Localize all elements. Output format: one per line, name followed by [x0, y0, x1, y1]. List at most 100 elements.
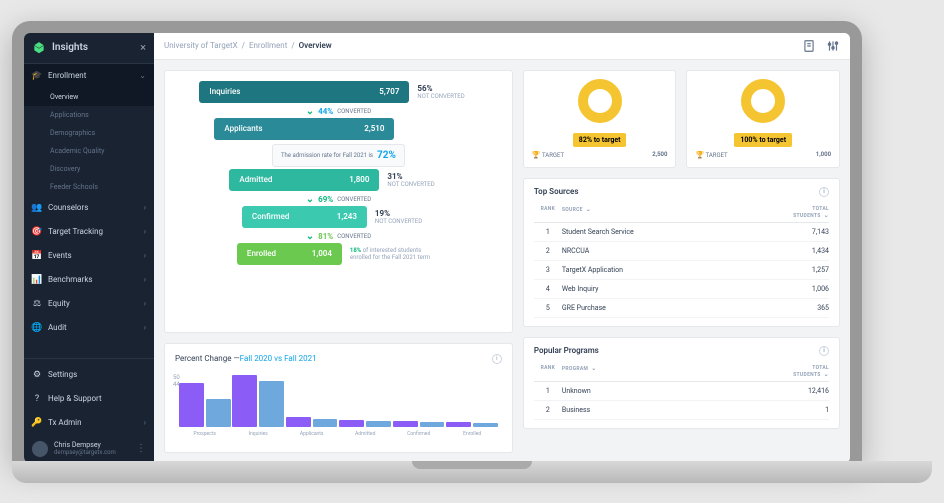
popular-programs-card: Popular Programs i RANK PROGRAM⌄ TOTAL S…	[523, 337, 840, 429]
chevron-right-icon: ›	[144, 323, 146, 332]
sidebar: Insights × 🎓 Enrollment ⌄ Overview Appli…	[24, 33, 154, 463]
sidebar-sub-applications[interactable]: Applications	[24, 106, 154, 124]
stage-side-note: 31%NOT CONVERTED	[387, 172, 447, 188]
table-row[interactable]: 5GRE Purchase365	[534, 299, 829, 318]
stage-value: 1,004	[312, 249, 332, 258]
sidebar-item-admin[interactable]: 🔑 Tx Admin ›	[24, 411, 154, 435]
bar-group	[446, 372, 497, 427]
x-axis-labels: ProspectsInquiriesApplicantsAdmittedConf…	[175, 427, 502, 437]
key-icon: 🔑	[32, 418, 42, 428]
target-card: 82% to target 🏆 TARGET 2,500	[523, 70, 677, 168]
funnel-stage-enrolled: Enrolled 1,004 18% of interested student…	[175, 243, 502, 265]
sidebar-item-label: Target Tracking	[48, 227, 138, 236]
trophy-icon: 🏆	[695, 151, 704, 159]
chart-title: Percent Change — Fall 2020 vs Fall 2021 …	[175, 354, 502, 364]
info-icon[interactable]: i	[492, 354, 502, 364]
info-icon[interactable]: i	[819, 346, 829, 356]
chart-period-link[interactable]: Fall 2020 vs Fall 2021	[240, 354, 317, 363]
sidebar-item-counselors[interactable]: 👥 Counselors ›	[24, 196, 154, 220]
sort-icon[interactable]: ⌄	[824, 371, 829, 378]
bar	[393, 421, 418, 427]
calendar-icon: 📅	[32, 251, 42, 261]
sidebar-item-benchmarks[interactable]: 📊 Benchmarks ›	[24, 268, 154, 292]
chevron-right-icon: ›	[144, 275, 146, 284]
enroll-note: 18% of interested students enrolled for …	[350, 247, 440, 261]
chevron-right-icon: ›	[144, 251, 146, 260]
sidebar-item-target-tracking[interactable]: 🎯 Target Tracking ›	[24, 220, 154, 244]
chevron-right-icon: ›	[144, 299, 146, 308]
table-title: Popular Programs	[534, 346, 599, 355]
sidebar-item-label: Tx Admin	[48, 418, 138, 427]
scale-icon: ⚖	[32, 299, 42, 309]
user-name: Chris Dempsey	[54, 441, 130, 449]
table-title: Top Sources	[534, 187, 579, 196]
close-icon[interactable]: ×	[140, 41, 146, 54]
table-row[interactable]: 2NRCCUA1,434	[534, 242, 829, 261]
table-row[interactable]: 1Student Search Service7,143	[534, 223, 829, 242]
table-header: RANK SOURCE⌄ TOTAL STUDENTS⌄	[534, 203, 829, 223]
sidebar-sub-feeder-schools[interactable]: Feeder Schools	[24, 178, 154, 196]
sidebar-item-label: Enrollment	[48, 71, 133, 80]
y-tick: 44	[173, 381, 180, 388]
trophy-icon: 🏆	[532, 151, 541, 159]
sidebar-item-help[interactable]: ? Help & Support	[24, 387, 154, 411]
sidebar-item-label: Counselors	[48, 203, 138, 212]
targets-row: 82% to target 🏆 TARGET 2,500 100% to tar…	[523, 70, 840, 168]
bar	[366, 421, 391, 427]
breadcrumb-section[interactable]: Enrollment	[249, 41, 287, 50]
bar-group	[179, 372, 230, 427]
sidebar-item-events[interactable]: 📅 Events ›	[24, 244, 154, 268]
sidebar-item-equity[interactable]: ⚖ Equity ›	[24, 292, 154, 316]
conversion-arrow: ⌄44%CONVERTED	[306, 106, 371, 117]
bar-group	[393, 372, 444, 427]
chevron-right-icon: ›	[144, 418, 146, 427]
x-label: Confirmed	[393, 431, 444, 437]
sidebar-item-settings[interactable]: ⚙ Settings	[24, 363, 154, 387]
bar	[179, 383, 204, 427]
donut-chart	[741, 79, 785, 123]
funnel-stage-confirmed: Confirmed 1,243 19%NOT CONVERTED	[175, 206, 502, 228]
info-icon[interactable]: i	[819, 187, 829, 197]
bar	[259, 381, 284, 427]
sidebar-sub-overview[interactable]: Overview	[24, 88, 154, 106]
sidebar-item-label: Help & Support	[48, 394, 146, 403]
sidebar-sub-demographics[interactable]: Demographics	[24, 124, 154, 142]
more-icon[interactable]: ⋮	[136, 443, 146, 454]
table-row[interactable]: 4Web Inquiry1,006	[534, 280, 829, 299]
table-row[interactable]: 3TargetX Application1,257	[534, 261, 829, 280]
app-title: Insights	[52, 42, 134, 53]
bar-group	[339, 372, 390, 427]
stage-side-note: 19%NOT CONVERTED	[375, 209, 435, 225]
target-icon: 🎯	[32, 227, 42, 237]
stage-side-note: 56%NOT CONVERTED	[417, 84, 477, 100]
main-content: University of TargetX / Enrollment / Ove…	[154, 33, 850, 463]
sidebar-sub-discovery[interactable]: Discovery	[24, 160, 154, 178]
sidebar-sub-academic-quality[interactable]: Academic Quality	[24, 142, 154, 160]
sidebar-item-enrollment[interactable]: 🎓 Enrollment ⌄	[24, 64, 154, 88]
sidebar-header: Insights ×	[24, 33, 154, 64]
x-label: Applicants	[286, 431, 337, 437]
sort-icon[interactable]: ⌄	[591, 365, 596, 372]
sidebar-item-label: Equity	[48, 299, 138, 308]
table-row[interactable]: 2Business1	[534, 401, 829, 420]
sort-icon[interactable]: ⌄	[586, 206, 591, 213]
sidebar-item-label: Audit	[48, 323, 138, 332]
sidebar-item-audit[interactable]: 🌐 Audit ›	[24, 316, 154, 340]
breadcrumb-org[interactable]: University of TargetX	[164, 41, 238, 50]
document-icon[interactable]	[802, 39, 816, 53]
logo-icon	[32, 41, 46, 55]
bar	[206, 399, 231, 427]
bar	[313, 419, 338, 426]
stage-label: Confirmed	[252, 212, 289, 221]
user-profile[interactable]: Chris Dempsey dempsey@targetx.com ⋮	[24, 435, 154, 463]
sidebar-item-label: Settings	[48, 370, 146, 379]
percent-change-card: Percent Change — Fall 2020 vs Fall 2021 …	[164, 343, 513, 453]
x-label: Admitted	[339, 431, 390, 437]
stage-label: Inquiries	[209, 87, 240, 96]
sort-icon[interactable]: ⌄	[824, 212, 829, 219]
stage-value: 1,243	[337, 212, 357, 221]
stage-value: 5,707	[379, 87, 399, 96]
table-row[interactable]: 1Unknown12,416	[534, 382, 829, 401]
sliders-icon[interactable]	[826, 39, 840, 53]
target-card: 100% to target 🏆 TARGET 1,000	[686, 70, 840, 168]
